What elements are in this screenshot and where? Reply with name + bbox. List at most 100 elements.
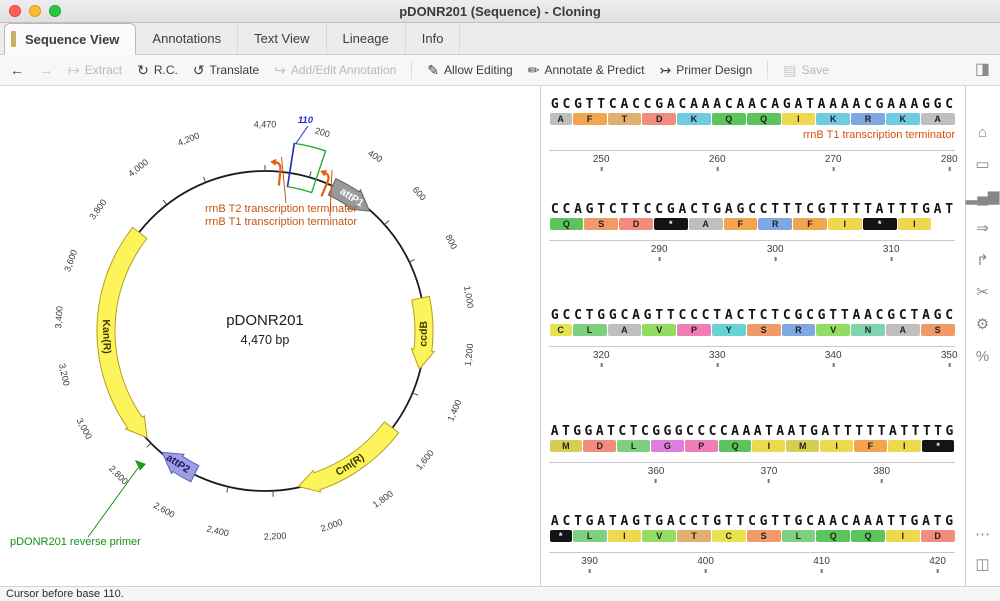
gear-icon[interactable]: ⚙ [976, 316, 989, 334]
amino-acid-box[interactable]: I [752, 440, 785, 452]
sequence-base[interactable]: A [746, 96, 758, 113]
amino-acid-box[interactable]: P [677, 324, 711, 336]
sequence-base[interactable]: G [584, 513, 596, 530]
amino-acid-box[interactable]: R [782, 324, 816, 336]
sequence-base[interactable]: A [920, 307, 932, 324]
sequence-base[interactable]: C [735, 307, 747, 324]
sequence-base[interactable]: C [758, 307, 770, 324]
amino-acid-box[interactable]: Q [747, 113, 781, 125]
amino-acid-box[interactable]: L [617, 440, 650, 452]
sequence-base[interactable]: A [932, 201, 944, 218]
sequence-base[interactable]: A [594, 423, 605, 440]
sequence-base[interactable]: C [874, 307, 886, 324]
sequence-base[interactable]: T [781, 201, 793, 218]
sequence-base[interactable]: C [696, 423, 707, 440]
sequence-base[interactable]: T [793, 201, 805, 218]
sequence-base[interactable]: A [723, 307, 735, 324]
sequence-base[interactable]: G [584, 201, 596, 218]
close-window-button[interactable] [9, 5, 21, 17]
sequence-base[interactable]: C [561, 96, 573, 113]
sequence-base[interactable]: G [653, 513, 665, 530]
sequence-base[interactable]: C [758, 201, 770, 218]
sequence-base[interactable]: A [862, 513, 874, 530]
sequence-base[interactable]: T [804, 96, 816, 113]
amino-acid-box[interactable]: I [886, 530, 920, 542]
amino-acid-box[interactable]: * [922, 440, 955, 452]
sequence-base[interactable]: A [677, 201, 689, 218]
amino-acid-box[interactable]: * [863, 218, 897, 230]
sequence-base[interactable]: G [607, 307, 619, 324]
add-edit-annotation-button[interactable]: ↪Add/Edit Annotation [274, 63, 396, 77]
sequence-base[interactable]: T [607, 513, 619, 530]
sequence-base[interactable]: T [827, 307, 839, 324]
amino-acid-box[interactable]: A [550, 113, 572, 125]
amino-acid-box[interactable]: T [677, 530, 711, 542]
sequence-base[interactable]: A [786, 423, 797, 440]
sequence-base[interactable]: A [874, 513, 886, 530]
sequence-base[interactable]: T [909, 201, 921, 218]
allow-editing-button[interactable]: ✎Allow Editing [427, 63, 512, 77]
sequence-base[interactable]: C [897, 307, 909, 324]
amino-acid-box[interactable]: S [584, 218, 618, 230]
plasmid-map[interactable]: 2004006008001,0001,2001,4001,6001,8002,0… [0, 86, 540, 586]
panel-toggle-icon[interactable]: ◨ [975, 62, 990, 78]
sequence-base[interactable]: T [723, 513, 735, 530]
sequence-base[interactable]: G [549, 96, 561, 113]
sequence-base[interactable]: T [746, 307, 758, 324]
sequence-base[interactable]: G [650, 423, 661, 440]
sequence-base[interactable]: T [605, 423, 616, 440]
sequence-base[interactable]: C [700, 307, 712, 324]
amino-acid-box[interactable]: C [712, 530, 746, 542]
sequence-base[interactable]: T [932, 513, 944, 530]
amino-acid-box[interactable]: A [608, 324, 642, 336]
sequence-base[interactable]: A [729, 423, 740, 440]
save-button[interactable]: ▤Save [783, 63, 829, 77]
forward-button[interactable]: → [39, 63, 53, 77]
sequence-base[interactable]: T [842, 423, 853, 440]
sequence-base[interactable]: T [700, 513, 712, 530]
sequence-base[interactable]: C [561, 307, 573, 324]
amino-acid-box[interactable]: S [747, 324, 781, 336]
sequence-base[interactable]: A [793, 96, 805, 113]
sequence-base[interactable]: C [707, 423, 718, 440]
sequence-base[interactable]: C [677, 307, 689, 324]
primer-design-button[interactable]: ↣Primer Design [660, 63, 753, 77]
grid-icon[interactable]: ◫ [975, 556, 989, 574]
translate-button[interactable]: ↺Translate [193, 63, 259, 77]
amino-acid-box[interactable]: I [898, 218, 932, 230]
sequence-base[interactable]: C [804, 201, 816, 218]
sequence-base[interactable]: T [584, 96, 596, 113]
sequence-base[interactable]: A [851, 513, 863, 530]
amino-acid-box[interactable]: I [828, 218, 862, 230]
sequence-base[interactable]: T [700, 201, 712, 218]
sequence-base[interactable]: C [862, 96, 874, 113]
sequence-base[interactable]: G [944, 423, 955, 440]
sequence-base[interactable]: G [874, 96, 886, 113]
reverse-complement-button[interactable]: ↻R.C. [137, 63, 178, 77]
sequence-base[interactable]: G [793, 513, 805, 530]
zoom-window-button[interactable] [49, 5, 61, 17]
sequence-base[interactable]: T [827, 201, 839, 218]
sequence-base[interactable]: G [662, 423, 673, 440]
sequence-base[interactable]: T [839, 307, 851, 324]
amino-acid-box[interactable]: I [888, 440, 921, 452]
sequence-base[interactable]: A [619, 96, 631, 113]
sequence-base[interactable]: C [642, 96, 654, 113]
sequence-base[interactable]: A [741, 423, 752, 440]
sequence-base[interactable]: T [619, 201, 631, 218]
amino-acid-box[interactable]: D [619, 218, 653, 230]
back-button[interactable]: ← [10, 63, 24, 77]
sequence-base[interactable]: C [746, 513, 758, 530]
sequence-base[interactable]: G [630, 513, 642, 530]
amino-acid-box[interactable]: M [550, 440, 583, 452]
sequence-base[interactable]: C [943, 307, 955, 324]
amino-acid-box[interactable]: A [689, 218, 723, 230]
sequence-base[interactable]: T [921, 423, 932, 440]
sequence-base[interactable]: G [885, 307, 897, 324]
sequence-base[interactable]: T [763, 423, 774, 440]
amino-acid-box[interactable]: * [654, 218, 688, 230]
amino-acid-box[interactable]: T [608, 113, 642, 125]
sequence-base[interactable]: A [827, 513, 839, 530]
sequence-base[interactable]: C [549, 201, 561, 218]
sequence-base[interactable]: A [851, 96, 863, 113]
